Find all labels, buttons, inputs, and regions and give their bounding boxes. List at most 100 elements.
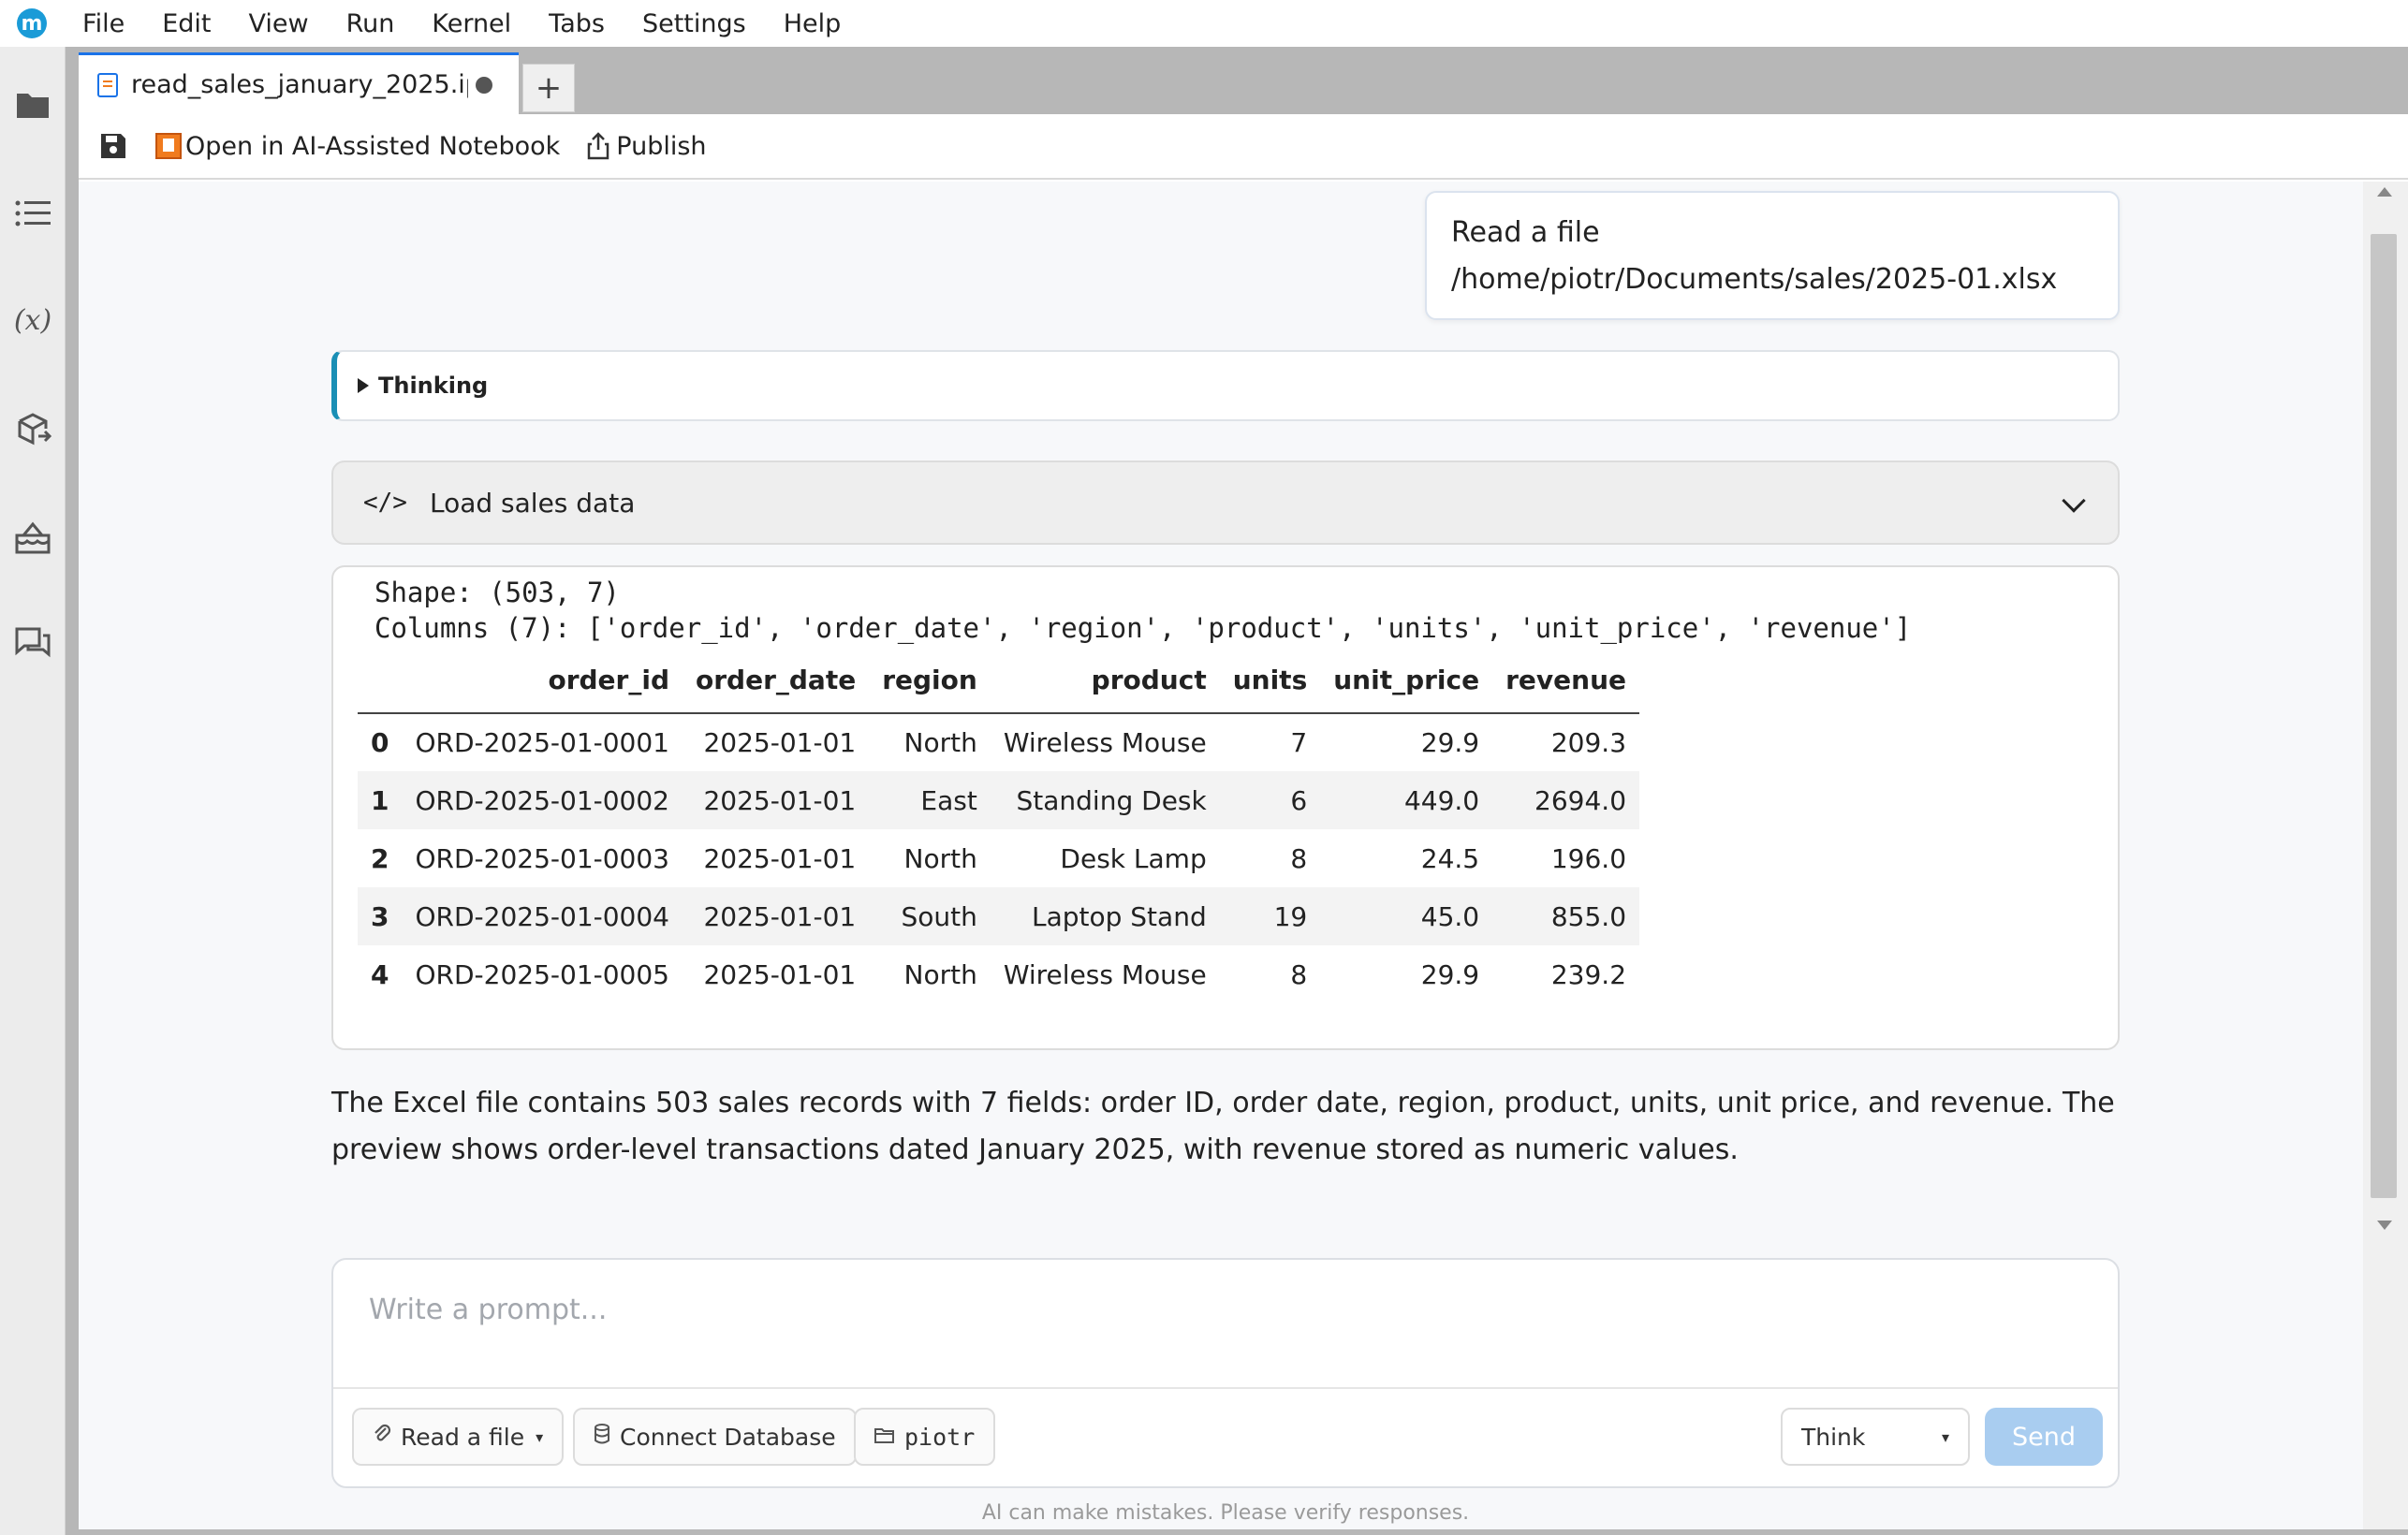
menu-settings[interactable]: Settings (642, 9, 746, 38)
table-cell: 449.0 (1403, 784, 1480, 816)
table-cell: ORD-2025-01-0001 (415, 727, 669, 758)
scroll-up-icon[interactable] (2377, 187, 2392, 197)
menu-bar: m File Edit View Run Kernel Tabs Setting… (0, 0, 2408, 47)
column-header: product (1091, 665, 1207, 695)
table-of-contents-icon[interactable] (12, 193, 53, 234)
extensions-icon[interactable] (12, 408, 53, 449)
table-cell: 2025-01-01 (703, 900, 857, 932)
code-cell-title: Load sales data (429, 487, 636, 519)
chevron-down-icon: ▾ (1941, 1427, 1949, 1446)
table-cell: Desk Lamp (1060, 842, 1207, 874)
menu-kernel[interactable]: Kernel (432, 9, 511, 38)
open-ai-notebook-button[interactable]: Open in AI-Assisted Notebook (155, 132, 560, 161)
chevron-down-icon[interactable] (2062, 489, 2086, 513)
table-cell: Wireless Mouse (1003, 727, 1207, 758)
menu-file[interactable]: File (82, 9, 125, 38)
menu-tabs[interactable]: Tabs (549, 9, 605, 38)
variables-icon[interactable]: (x) (12, 300, 53, 341)
unsaved-dot-icon[interactable] (476, 76, 492, 94)
table-cell: East (920, 784, 977, 816)
table-cell: 24.5 (1420, 842, 1480, 874)
table-cell: 2025-01-01 (703, 784, 857, 816)
connect-database-button[interactable]: Connect Database (573, 1408, 857, 1466)
tab-bar: read_sales_january_2025.ipynb + (79, 52, 575, 114)
table-cell: 0 (371, 727, 389, 758)
table-cell: South (901, 900, 977, 932)
thinking-toggle[interactable]: Thinking (331, 350, 2120, 421)
table-row: 3 ORD-2025-01-0004 2025-01-01 South Lapt… (358, 887, 1640, 945)
column-header: order_date (696, 665, 857, 695)
thinking-label: Thinking (378, 373, 489, 399)
table-cell: 29.9 (1420, 958, 1480, 990)
table-cell: 29.9 (1420, 727, 1480, 758)
folder-button[interactable]: piotr (854, 1408, 996, 1466)
table-cell: 2025-01-01 (703, 727, 857, 758)
table-row: 4 ORD-2025-01-0005 2025-01-01 North Wire… (358, 945, 1639, 1003)
column-header: order_id (548, 665, 669, 695)
left-sidebar: (x) (0, 47, 66, 1535)
save-icon[interactable] (99, 132, 127, 160)
publish-button[interactable]: Publish (586, 132, 707, 161)
scroll-thumb[interactable] (2371, 234, 2397, 1198)
folder-label: piotr (904, 1423, 976, 1451)
menu-run[interactable]: Run (346, 9, 395, 38)
send-button[interactable]: Send (1985, 1408, 2103, 1466)
column-header: units (1232, 665, 1308, 695)
mode-select-label: Think (1801, 1423, 1866, 1451)
chat-icon[interactable] (12, 623, 53, 665)
prompt-input[interactable] (369, 1286, 2054, 1333)
table-cell: 239.2 (1550, 958, 1627, 990)
prompt-box: Read a file ▾ Connect Database piotr (331, 1258, 2120, 1488)
app-window: m File Edit View Run Kernel Tabs Setting… (0, 0, 2408, 1535)
table-cell: 4 (371, 958, 389, 990)
table-header-row: order_id order_date region product units… (358, 665, 1640, 713)
notebook-icon (97, 72, 118, 97)
notebook-panel: Open in AI-Assisted Notebook Publish Rea… (79, 114, 2408, 1529)
menu-help[interactable]: Help (784, 9, 842, 38)
assistant-summary: The Excel file contains 503 sales record… (331, 1087, 2115, 1166)
notebook-toolbar: Open in AI-Assisted Notebook Publish (79, 114, 2408, 180)
table-cell: North (903, 727, 977, 758)
folder-icon[interactable] (12, 84, 53, 125)
table-cell: 7 (1290, 727, 1308, 758)
table-cell: North (903, 958, 977, 990)
mode-select[interactable]: Think ▾ (1781, 1408, 1970, 1466)
table-cell: 855.0 (1550, 900, 1627, 932)
menu-view[interactable]: View (248, 9, 308, 38)
column-header: region (882, 665, 977, 695)
code-icon: </> (363, 489, 407, 517)
table-cell: 6 (1290, 784, 1308, 816)
caret-right-icon (358, 378, 369, 393)
menu-edit[interactable]: Edit (162, 9, 211, 38)
table-cell: 2025-01-01 (703, 842, 857, 874)
tab-label: read_sales_january_2025.ipynb (131, 70, 468, 99)
dropdown-caret-icon: ▾ (536, 1427, 544, 1446)
table-cell: Standing Desk (1016, 784, 1207, 816)
column-header: unit_price (1333, 665, 1480, 695)
table-cell: 19 (1273, 900, 1308, 932)
disclaimer-text: AI can make mistakes. Please verify resp… (981, 1501, 1470, 1525)
dataframe-table: order_id order_date region product units… (358, 665, 1640, 1003)
table-cell: 2025-01-01 (703, 958, 857, 990)
cake-icon[interactable] (12, 517, 53, 558)
table-cell: 8 (1290, 842, 1308, 874)
connect-database-label: Connect Database (620, 1423, 836, 1451)
user-message: Read a file /home/piotr/Documents/sales/… (1425, 191, 2120, 320)
read-file-button[interactable]: Read a file ▾ (352, 1408, 565, 1466)
chat-content: Read a file /home/piotr/Documents/sales/… (79, 182, 2363, 1529)
table-cell: 2 (371, 842, 389, 874)
table-cell: 209.3 (1550, 727, 1627, 758)
output-shape: Shape: (503, 7) (374, 577, 620, 608)
new-tab-button[interactable]: + (522, 64, 575, 112)
table-row: 1 ORD-2025-01-0002 2025-01-01 East Stand… (358, 771, 1640, 829)
tab-notebook[interactable]: read_sales_january_2025.ipynb (79, 52, 519, 114)
scroll-down-icon[interactable] (2377, 1221, 2392, 1230)
table-cell: ORD-2025-01-0002 (415, 784, 669, 816)
share-icon (588, 132, 609, 160)
code-output: Shape: (503, 7) Columns (7): ['order_id'… (331, 565, 2120, 1050)
output-columns: Columns (7): ['order_id', 'order_date', … (374, 612, 1912, 644)
vertical-scrollbar[interactable] (2363, 182, 2408, 1529)
table-cell: Laptop Stand (1031, 900, 1207, 932)
code-cell-header[interactable]: </> Load sales data (331, 460, 2120, 545)
open-ai-notebook-label: Open in AI-Assisted Notebook (185, 131, 561, 161)
